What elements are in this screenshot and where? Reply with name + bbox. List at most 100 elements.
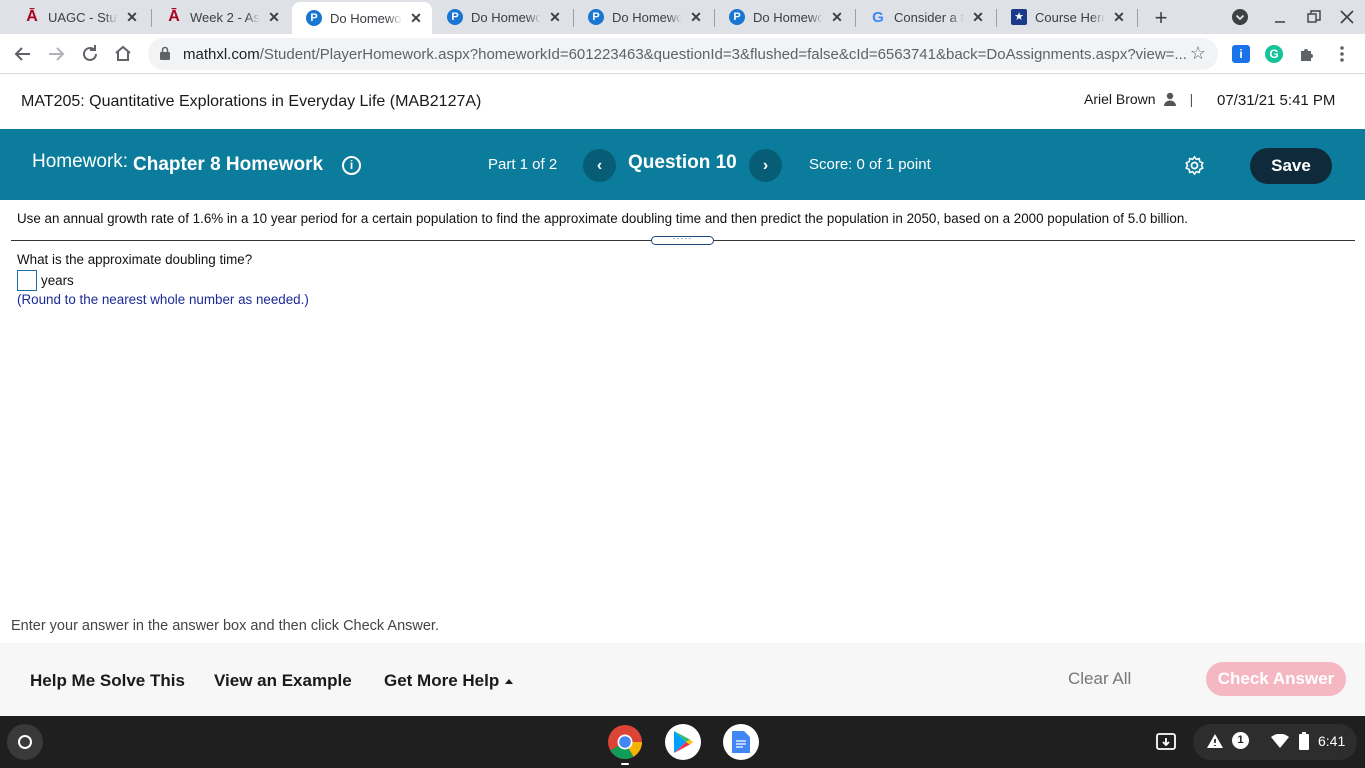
homework-bar: Homework: Chapter 8 Homework i Part 1 of… [0,129,1365,200]
caret-up-icon [505,679,514,685]
chrome-logo [608,725,642,759]
url-host: mathxl.com [183,46,260,63]
pearson-icon: P [306,10,322,26]
close-icon[interactable]: ✕ [547,9,563,25]
browser-tab-3[interactable]: P Do Homewor ✕ [433,0,571,34]
browser-tab-0[interactable]: Ā UAGC - Stude ✕ [10,0,148,34]
window-close-icon[interactable] [1340,10,1354,24]
play-store-icon[interactable] [665,724,701,760]
answer-unit: years [41,273,74,288]
next-question-button[interactable]: › [749,149,782,182]
pearson-icon: P [447,9,463,25]
docs-logo [732,731,750,753]
get-more-help-button[interactable]: Get More Help [384,671,514,691]
check-answer-button[interactable]: Check Answer [1206,662,1346,696]
user-info: Ariel Brown | [1084,91,1209,107]
browser-tab-strip: Ā UAGC - Stude ✕ Ā Week 2 - Ass ✕ P Do H… [0,0,1365,34]
answer-input[interactable] [17,270,37,291]
help-me-solve-button[interactable]: Help Me Solve This [30,671,185,691]
grammarly-icon[interactable]: G [1265,45,1283,63]
forward-icon[interactable] [44,42,68,66]
browser-tab-5[interactable]: P Do Homewor ✕ [715,0,853,34]
info-icon[interactable]: i [342,156,361,175]
action-bar: Help Me Solve This View an Example Get M… [0,643,1365,716]
tab-search-icon[interactable] [1232,9,1248,25]
user-icon [1163,92,1176,106]
header-separator: | [1189,91,1194,107]
close-icon[interactable]: ✕ [970,9,986,25]
previous-question-button[interactable]: ‹ [583,149,616,182]
system-clock: 6:41 [1318,733,1346,749]
browser-tab-6[interactable]: G Consider a th ✕ [856,0,994,34]
settings-gear-icon[interactable] [1184,155,1205,176]
docs-icon[interactable] [723,724,759,760]
clear-all-button[interactable]: Clear All [1068,669,1131,689]
browser-tab-2[interactable]: P Do Homewor ✕ [292,2,432,34]
back-icon[interactable] [11,42,35,66]
tab-separator [1137,9,1138,27]
home-icon[interactable] [111,42,135,66]
close-icon[interactable]: ✕ [688,9,704,25]
part-indicator: Part 1 of 2 [488,156,558,173]
google-icon: G [872,8,884,26]
browser-toolbar: mathxl.com/Student/PlayerHomework.aspx?h… [0,34,1365,74]
play-logo [674,731,693,753]
question-number[interactable]: Question 10 [628,152,737,174]
course-header: MAT205: Quantitative Explorations in Eve… [0,75,1365,129]
tab-title: Do Homewor [753,9,823,25]
tab-title: Do Homewor [330,10,402,26]
close-icon[interactable]: ✕ [266,9,282,25]
score-text: Score: 0 of 1 point [809,156,931,173]
chrome-icon[interactable] [607,724,643,760]
arizona-logo-icon: Ā [26,8,38,25]
course-title: MAT205: Quantitative Explorations in Eve… [21,93,482,110]
browser-tab-4[interactable]: P Do Homewor ✕ [574,0,712,34]
reload-icon[interactable] [78,42,102,66]
tab-title: Do Homewor [471,9,541,25]
screen-capture-icon[interactable] [1155,730,1177,752]
battery-icon [1299,732,1309,750]
warning-icon [1207,734,1223,748]
lock-icon [160,46,170,60]
arizona-logo-icon: Ā [168,8,180,25]
close-icon[interactable]: ✕ [1111,9,1127,25]
homework-label: Homework: [32,151,129,172]
view-example-button[interactable]: View an Example [214,671,352,691]
sub-question-prompt: What is the approximate doubling time? [17,252,253,267]
close-icon[interactable]: ✕ [124,9,140,25]
running-indicator [621,763,629,765]
browser-tab-1[interactable]: Ā Week 2 - Ass ✕ [152,0,290,34]
browser-menu-icon[interactable] [1333,45,1351,63]
tab-title: Week 2 - Ass [190,9,260,25]
launcher-icon[interactable] [7,724,43,760]
url-text: mathxl.com/Student/PlayerHomework.aspx?h… [183,46,1187,63]
answer-instruction: Enter your answer in the answer box and … [11,618,439,634]
minimize-icon[interactable] [1274,11,1286,23]
new-tab-button[interactable]: + [1150,5,1172,31]
get-more-help-label: Get More Help [384,671,500,690]
close-icon[interactable]: ✕ [408,10,424,26]
close-icon[interactable]: ✕ [829,9,845,25]
restore-icon[interactable] [1307,10,1321,24]
answer-row: years [17,270,74,291]
homework-name: Chapter 8 Homework [133,154,324,175]
question-prompt: Use an annual growth rate of 1.6% in a 1… [17,211,1189,226]
coursehero-icon: ★ [1011,9,1027,25]
user-name[interactable]: Ariel Brown [1084,91,1156,107]
notification-count: 1 [1232,732,1249,749]
tab-title: Do Homewor [612,9,682,25]
address-bar[interactable]: mathxl.com/Student/PlayerHomework.aspx?h… [148,38,1218,70]
info-extension-icon[interactable]: i [1232,45,1250,63]
expand-handle[interactable]: ····· [651,234,714,245]
tab-title: UAGC - Stude [48,9,118,25]
tab-title: Course Hero [1035,9,1105,25]
browser-tab-7[interactable]: ★ Course Hero ✕ [997,0,1135,34]
bookmark-star-icon[interactable]: ☆ [1190,43,1206,64]
url-path: /Student/PlayerHomework.aspx?homeworkId=… [259,46,1187,63]
save-button[interactable]: Save [1250,148,1332,184]
rounding-hint: (Round to the nearest whole number as ne… [17,292,309,307]
os-shelf: 1 6:41 [0,716,1365,768]
extensions-puzzle-icon[interactable] [1298,45,1316,63]
date-time: 07/31/21 5:41 PM [1217,92,1336,109]
tab-title: Consider a th [894,9,964,25]
